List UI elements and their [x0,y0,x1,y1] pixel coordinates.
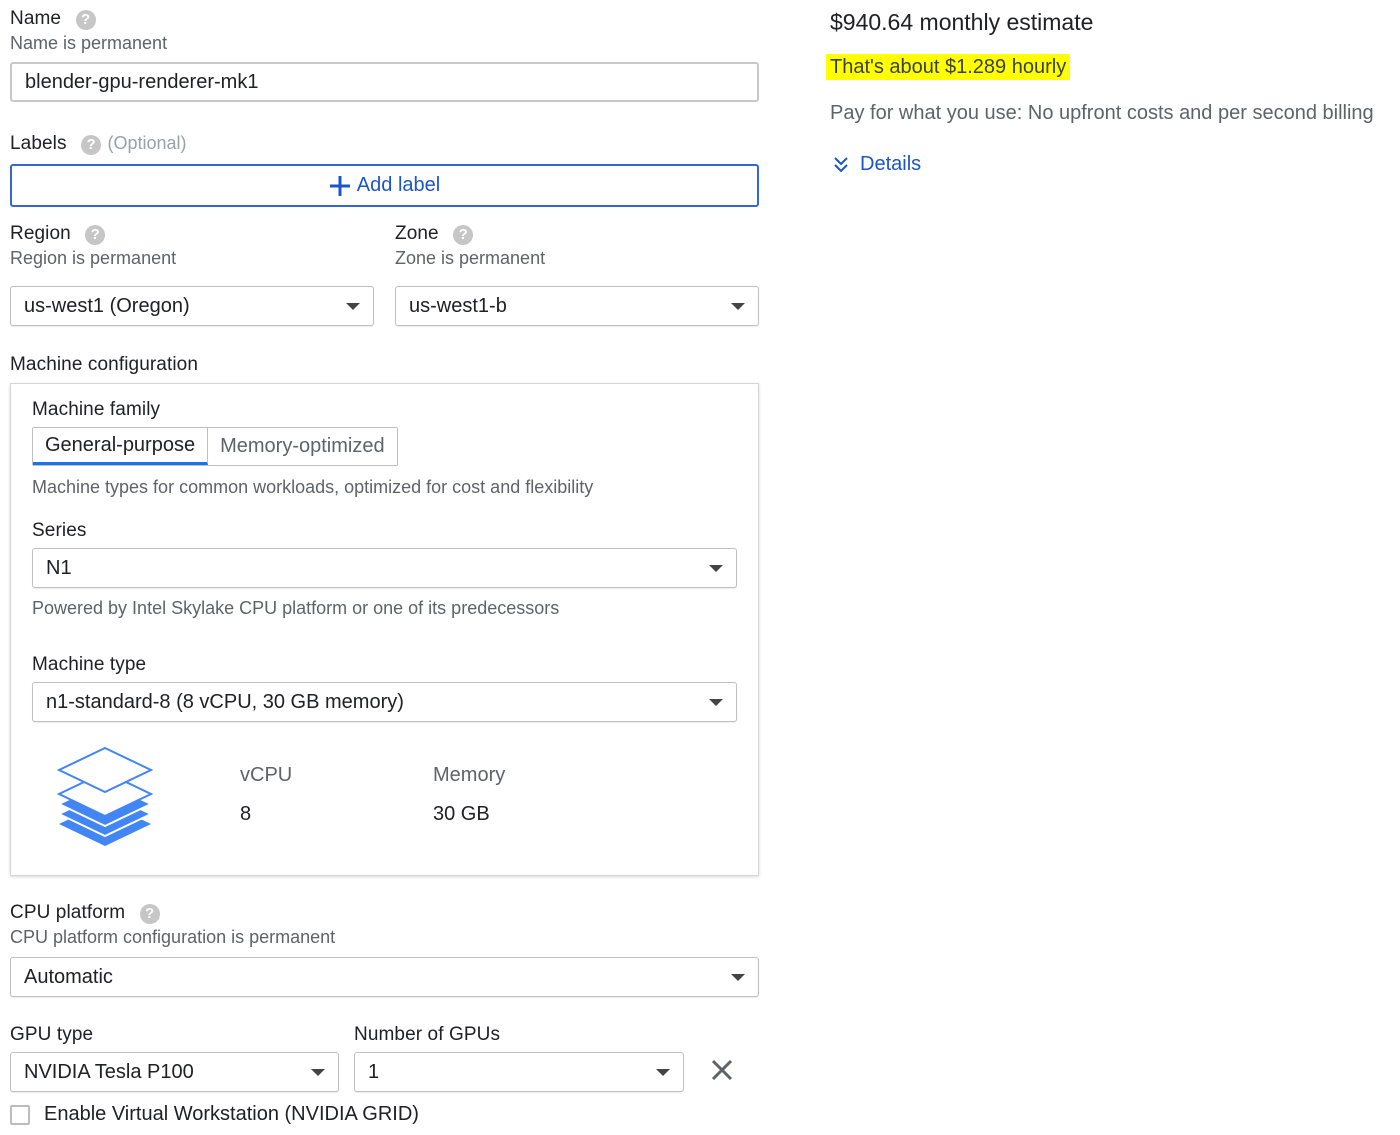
chevron-double-down-icon [834,156,848,172]
cpu-platform-select[interactable]: Automatic [10,957,759,997]
labels-label-row: Labels ? (Optional) [10,133,187,155]
gpu-count-select[interactable]: 1 [354,1052,684,1092]
memory-label: Memory [433,764,506,786]
series-value: N1 [46,556,72,579]
help-icon[interactable]: ? [139,903,160,924]
cpu-platform-label-row: CPU platform ? [10,902,160,924]
add-label-button[interactable]: Add label [10,164,759,207]
labels-label: Labels [10,133,67,154]
name-input[interactable]: blender-gpu-renderer-mk1 [10,62,759,102]
caret-down-icon [709,698,723,706]
region-label: Region [10,223,71,244]
cpu-platform-label: CPU platform [10,902,126,923]
tab-memory-optimized[interactable]: Memory-optimized [208,428,397,465]
workstation-label: Enable Virtual Workstation (NVIDIA GRID) [44,1103,419,1125]
gpu-type-label: GPU type [10,1024,94,1045]
help-icon[interactable]: ? [81,134,102,155]
close-icon[interactable] [710,1058,734,1082]
caret-down-icon [731,973,745,981]
hourly-estimate: That's about $1.289 hourly [826,54,1071,80]
region-label-row: Region ? [10,223,106,245]
machine-config-card: Machine family General-purpose Memory-op… [10,383,759,876]
details-link-text: Details [860,153,922,175]
add-label-text: Add label [356,174,441,196]
name-label-row: Name ? [10,8,96,30]
gpu-count-value: 1 [368,1060,380,1083]
name-input-value: blender-gpu-renderer-mk1 [25,70,259,93]
zone-label: Zone [395,223,439,244]
region-hint: Region is permanent [10,248,177,268]
cpu-platform-value: Automatic [24,965,113,988]
caret-down-icon [311,1068,325,1076]
name-label: Name [10,8,62,29]
gpu-type-value: NVIDIA Tesla P100 [24,1060,194,1083]
plus-icon [329,175,350,196]
series-label: Series [32,520,87,541]
caret-down-icon [731,302,745,310]
zone-hint: Zone is permanent [395,248,546,268]
region-select[interactable]: us-west1 (Oregon) [10,286,374,326]
vcpu-value: 8 [240,803,252,825]
caret-down-icon [346,302,360,310]
stacked-layers-icon [56,746,154,846]
machine-type-value: n1-standard-8 (8 vCPU, 30 GB memory) [46,690,404,713]
machine-type-label: Machine type [32,654,147,675]
machine-family-tabs: General-purpose Memory-optimized [32,427,398,466]
hourly-estimate-wrap: That's about $1.289 hourly [826,54,1071,80]
machine-type-select[interactable]: n1-standard-8 (8 vCPU, 30 GB memory) [32,682,737,722]
series-select[interactable]: N1 [32,548,737,588]
details-link[interactable]: Details [832,153,921,176]
caret-down-icon [656,1068,670,1076]
caret-down-icon [709,564,723,572]
gpu-type-select[interactable]: NVIDIA Tesla P100 [10,1052,339,1092]
workstation-checkbox-row[interactable]: Enable Virtual Workstation (NVIDIA GRID) [10,1103,419,1126]
workstation-checkbox[interactable] [10,1104,30,1125]
region-value: us-west1 (Oregon) [24,294,190,317]
vcpu-label: vCPU [240,764,293,786]
zone-value: us-west1-b [409,294,507,317]
machine-family-desc: Machine types for common workloads, opti… [32,477,594,497]
tab-general-purpose[interactable]: General-purpose [33,428,209,465]
zone-label-row: Zone ? [395,223,474,245]
help-icon[interactable]: ? [75,9,96,30]
machine-config-title: Machine configuration [10,354,198,375]
memory-value: 30 GB [433,803,490,825]
help-icon[interactable]: ? [85,224,106,245]
series-desc: Powered by Intel Skylake CPU platform or… [32,598,560,618]
gpu-count-label: Number of GPUs [354,1024,501,1045]
billing-note: Pay for what you use: No upfront costs a… [830,102,1374,124]
monthly-estimate: $940.64 monthly estimate [830,9,1094,35]
zone-select[interactable]: us-west1-b [395,286,759,326]
cpu-platform-hint: CPU platform configuration is permanent [10,927,336,947]
machine-family-label: Machine family [32,399,161,420]
labels-optional: (Optional) [107,133,187,153]
help-icon[interactable]: ? [453,224,474,245]
name-hint: Name is permanent [10,33,168,53]
